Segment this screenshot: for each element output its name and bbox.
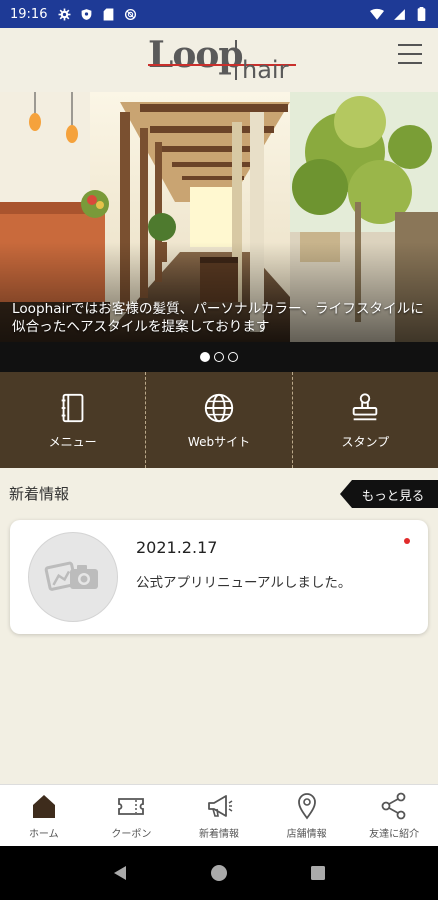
back-icon[interactable]	[110, 863, 130, 883]
wifi-icon	[370, 7, 384, 21]
tab-coupon-label: クーポン	[111, 829, 152, 840]
news-date: 2021.2.17	[136, 538, 218, 557]
news-text: 公式アプリリニューアルしました。	[136, 575, 352, 591]
sd-card-icon	[101, 7, 115, 21]
quick-nav: メニュー Webサイト スタンプ	[0, 372, 438, 468]
book-icon	[61, 393, 84, 422]
slide-dot-2[interactable]	[214, 352, 224, 362]
system-nav-bar	[0, 846, 438, 900]
tab-home[interactable]: ホーム	[0, 785, 88, 846]
tab-store-info-label: 店舗情報	[286, 829, 327, 840]
coupon-icon	[118, 798, 145, 815]
tab-news-label: 新着情報	[198, 829, 239, 840]
app-header: Loop hair	[0, 28, 438, 92]
quick-nav-menu-label: メニュー	[48, 434, 97, 449]
home-circle-icon[interactable]	[209, 863, 229, 883]
hero-slideshow[interactable]: Loophairではお客様の髪質、パーソナルカラー、ライフスタイルに似合ったヘア…	[0, 92, 438, 342]
tab-store-info[interactable]: 店舗情報	[263, 785, 351, 846]
news-section-title: 新着情報	[9, 485, 70, 503]
tab-news[interactable]: 新着情報	[175, 785, 263, 846]
bottom-tab-bar: ホーム クーポン 新着情報 店舗情報 友達に紹介	[0, 784, 438, 846]
news-thumbnail	[28, 532, 118, 622]
no-disturb-icon	[123, 7, 137, 21]
quick-nav-stamp[interactable]: スタンプ	[291, 372, 438, 468]
quick-nav-stamp-label: スタンプ	[341, 434, 390, 449]
signal-icon	[392, 7, 406, 21]
hero-caption: Loophairではお客様の髪質、パーソナルカラー、ライフスタイルに似合ったヘア…	[12, 301, 424, 335]
news-item-card[interactable]: 2021.2.17 公式アプリリニューアルしました。	[10, 520, 428, 634]
share-icon	[381, 792, 406, 820]
gear-icon	[57, 7, 71, 21]
unread-indicator	[404, 538, 410, 544]
tab-share[interactable]: 友達に紹介	[350, 785, 438, 846]
megaphone-icon	[208, 795, 233, 817]
hamburger-menu-icon[interactable]	[398, 44, 422, 68]
tab-share-label: 友達に紹介	[369, 829, 420, 840]
tab-coupon[interactable]: クーポン	[88, 785, 176, 846]
slide-indicator	[0, 342, 438, 372]
logo-loop-text: Loop	[148, 34, 244, 76]
quick-nav-menu[interactable]: メニュー	[0, 372, 145, 468]
slide-dot-1[interactable]	[200, 352, 210, 362]
home-icon	[32, 795, 55, 818]
quick-nav-website-label: Webサイト	[187, 434, 251, 449]
news-section-header: 新着情報 もっと見る	[0, 476, 438, 510]
status-bar: 19:16	[0, 0, 438, 28]
tab-home-label: ホーム	[28, 829, 59, 840]
slide-dot-3[interactable]	[228, 352, 238, 362]
loophair-logo[interactable]: Loop hair	[148, 34, 298, 86]
map-pin-icon	[297, 793, 316, 820]
logo-hair-text: hair	[242, 56, 289, 84]
globe-icon	[204, 393, 234, 422]
quick-nav-website[interactable]: Webサイト	[145, 372, 291, 468]
recents-icon[interactable]	[308, 863, 328, 883]
logo-divider	[235, 40, 237, 80]
more-button[interactable]: もっと見る	[340, 480, 438, 508]
shield-icon	[79, 7, 93, 21]
photo-placeholder-icon	[44, 561, 98, 591]
status-time: 19:16	[10, 6, 48, 22]
stamp-icon	[353, 392, 378, 420]
battery-icon	[414, 7, 428, 21]
